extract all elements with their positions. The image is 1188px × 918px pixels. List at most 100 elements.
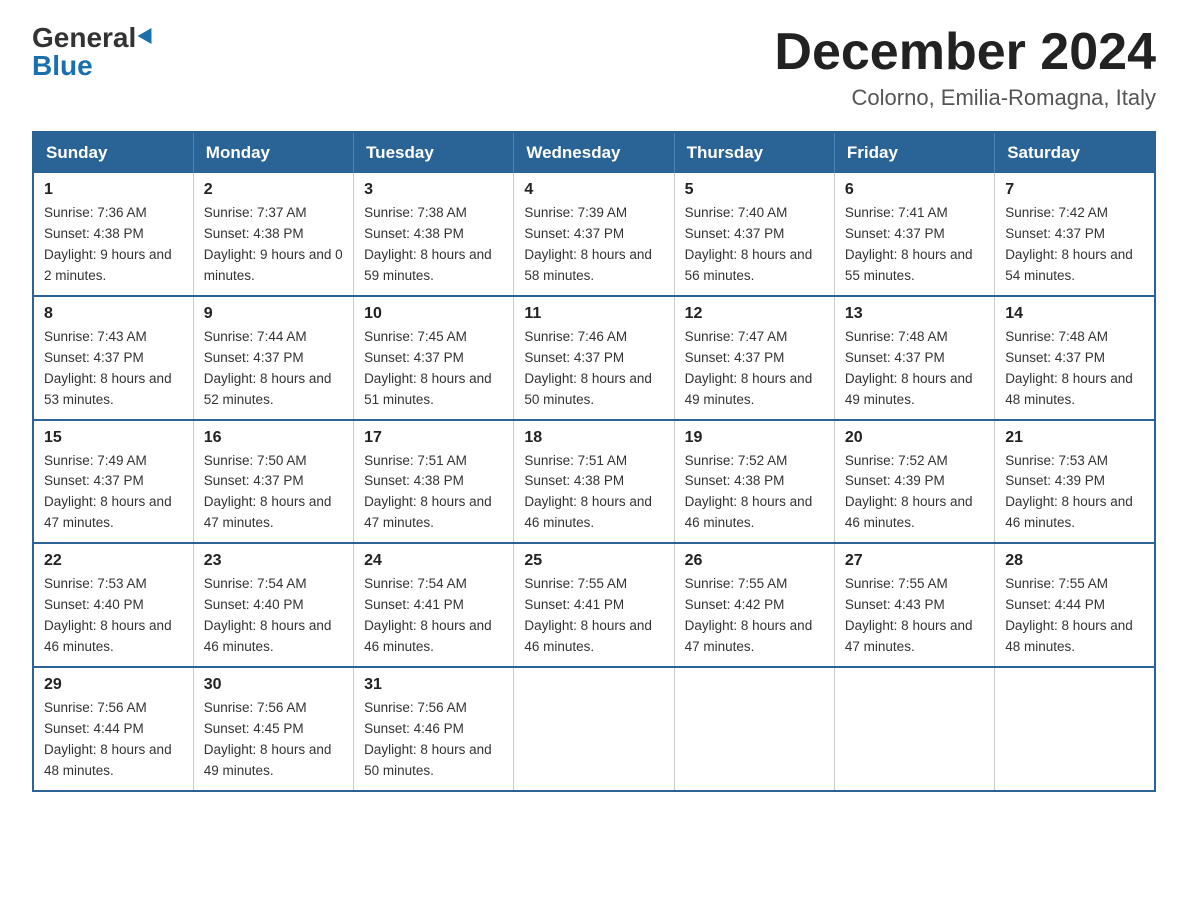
calendar-cell bbox=[674, 667, 834, 791]
day-number: 5 bbox=[685, 181, 824, 199]
header-monday: Monday bbox=[193, 132, 353, 173]
day-info: Sunrise: 7:44 AMSunset: 4:37 PMDaylight:… bbox=[204, 329, 332, 407]
day-number: 7 bbox=[1005, 181, 1144, 199]
day-number: 24 bbox=[364, 552, 503, 570]
calendar-cell: 21 Sunrise: 7:53 AMSunset: 4:39 PMDaylig… bbox=[995, 420, 1155, 544]
day-number: 20 bbox=[845, 429, 984, 447]
day-number: 12 bbox=[685, 305, 824, 323]
calendar-cell: 8 Sunrise: 7:43 AMSunset: 4:37 PMDayligh… bbox=[33, 296, 193, 420]
day-number: 11 bbox=[524, 305, 663, 323]
day-info: Sunrise: 7:51 AMSunset: 4:38 PMDaylight:… bbox=[524, 453, 652, 531]
calendar-cell: 10 Sunrise: 7:45 AMSunset: 4:37 PMDaylig… bbox=[354, 296, 514, 420]
calendar-table: SundayMondayTuesdayWednesdayThursdayFrid… bbox=[32, 131, 1156, 791]
calendar-cell: 1 Sunrise: 7:36 AMSunset: 4:38 PMDayligh… bbox=[33, 173, 193, 296]
calendar-cell: 7 Sunrise: 7:42 AMSunset: 4:37 PMDayligh… bbox=[995, 173, 1155, 296]
day-info: Sunrise: 7:48 AMSunset: 4:37 PMDaylight:… bbox=[845, 329, 973, 407]
day-info: Sunrise: 7:52 AMSunset: 4:39 PMDaylight:… bbox=[845, 453, 973, 531]
calendar-cell: 6 Sunrise: 7:41 AMSunset: 4:37 PMDayligh… bbox=[834, 173, 994, 296]
calendar-cell: 15 Sunrise: 7:49 AMSunset: 4:37 PMDaylig… bbox=[33, 420, 193, 544]
week-row-3: 15 Sunrise: 7:49 AMSunset: 4:37 PMDaylig… bbox=[33, 420, 1155, 544]
day-number: 8 bbox=[44, 305, 183, 323]
day-number: 18 bbox=[524, 429, 663, 447]
calendar-cell: 17 Sunrise: 7:51 AMSunset: 4:38 PMDaylig… bbox=[354, 420, 514, 544]
title-block: December 2024 Colorno, Emilia-Romagna, I… bbox=[774, 24, 1156, 111]
calendar-cell: 22 Sunrise: 7:53 AMSunset: 4:40 PMDaylig… bbox=[33, 543, 193, 667]
day-number: 30 bbox=[204, 676, 343, 694]
calendar-cell: 29 Sunrise: 7:56 AMSunset: 4:44 PMDaylig… bbox=[33, 667, 193, 791]
day-info: Sunrise: 7:51 AMSunset: 4:38 PMDaylight:… bbox=[364, 453, 492, 531]
week-row-4: 22 Sunrise: 7:53 AMSunset: 4:40 PMDaylig… bbox=[33, 543, 1155, 667]
day-info: Sunrise: 7:46 AMSunset: 4:37 PMDaylight:… bbox=[524, 329, 652, 407]
calendar-cell: 20 Sunrise: 7:52 AMSunset: 4:39 PMDaylig… bbox=[834, 420, 994, 544]
calendar-cell: 28 Sunrise: 7:55 AMSunset: 4:44 PMDaylig… bbox=[995, 543, 1155, 667]
calendar-cell: 31 Sunrise: 7:56 AMSunset: 4:46 PMDaylig… bbox=[354, 667, 514, 791]
day-info: Sunrise: 7:47 AMSunset: 4:37 PMDaylight:… bbox=[685, 329, 813, 407]
calendar-cell: 13 Sunrise: 7:48 AMSunset: 4:37 PMDaylig… bbox=[834, 296, 994, 420]
day-info: Sunrise: 7:56 AMSunset: 4:44 PMDaylight:… bbox=[44, 700, 172, 778]
day-info: Sunrise: 7:49 AMSunset: 4:37 PMDaylight:… bbox=[44, 453, 172, 531]
week-row-1: 1 Sunrise: 7:36 AMSunset: 4:38 PMDayligh… bbox=[33, 173, 1155, 296]
day-info: Sunrise: 7:45 AMSunset: 4:37 PMDaylight:… bbox=[364, 329, 492, 407]
day-info: Sunrise: 7:55 AMSunset: 4:42 PMDaylight:… bbox=[685, 576, 813, 654]
calendar-cell: 12 Sunrise: 7:47 AMSunset: 4:37 PMDaylig… bbox=[674, 296, 834, 420]
logo-triangle-icon bbox=[138, 28, 159, 48]
day-info: Sunrise: 7:40 AMSunset: 4:37 PMDaylight:… bbox=[685, 205, 813, 283]
day-info: Sunrise: 7:39 AMSunset: 4:37 PMDaylight:… bbox=[524, 205, 652, 283]
day-info: Sunrise: 7:54 AMSunset: 4:41 PMDaylight:… bbox=[364, 576, 492, 654]
page-header: General Blue December 2024 Colorno, Emil… bbox=[32, 24, 1156, 111]
calendar-cell: 27 Sunrise: 7:55 AMSunset: 4:43 PMDaylig… bbox=[834, 543, 994, 667]
calendar-cell: 11 Sunrise: 7:46 AMSunset: 4:37 PMDaylig… bbox=[514, 296, 674, 420]
calendar-cell: 2 Sunrise: 7:37 AMSunset: 4:38 PMDayligh… bbox=[193, 173, 353, 296]
day-info: Sunrise: 7:48 AMSunset: 4:37 PMDaylight:… bbox=[1005, 329, 1133, 407]
calendar-cell: 19 Sunrise: 7:52 AMSunset: 4:38 PMDaylig… bbox=[674, 420, 834, 544]
weekday-header-row: SundayMondayTuesdayWednesdayThursdayFrid… bbox=[33, 132, 1155, 173]
calendar-cell: 14 Sunrise: 7:48 AMSunset: 4:37 PMDaylig… bbox=[995, 296, 1155, 420]
day-info: Sunrise: 7:53 AMSunset: 4:40 PMDaylight:… bbox=[44, 576, 172, 654]
calendar-cell bbox=[514, 667, 674, 791]
day-info: Sunrise: 7:56 AMSunset: 4:46 PMDaylight:… bbox=[364, 700, 492, 778]
day-number: 29 bbox=[44, 676, 183, 694]
day-number: 1 bbox=[44, 181, 183, 199]
day-info: Sunrise: 7:37 AMSunset: 4:38 PMDaylight:… bbox=[204, 205, 343, 283]
header-thursday: Thursday bbox=[674, 132, 834, 173]
day-info: Sunrise: 7:55 AMSunset: 4:41 PMDaylight:… bbox=[524, 576, 652, 654]
day-info: Sunrise: 7:41 AMSunset: 4:37 PMDaylight:… bbox=[845, 205, 973, 283]
header-friday: Friday bbox=[834, 132, 994, 173]
calendar-cell: 9 Sunrise: 7:44 AMSunset: 4:37 PMDayligh… bbox=[193, 296, 353, 420]
day-number: 15 bbox=[44, 429, 183, 447]
calendar-cell bbox=[834, 667, 994, 791]
week-row-5: 29 Sunrise: 7:56 AMSunset: 4:44 PMDaylig… bbox=[33, 667, 1155, 791]
calendar-cell: 18 Sunrise: 7:51 AMSunset: 4:38 PMDaylig… bbox=[514, 420, 674, 544]
day-number: 17 bbox=[364, 429, 503, 447]
header-wednesday: Wednesday bbox=[514, 132, 674, 173]
day-info: Sunrise: 7:42 AMSunset: 4:37 PMDaylight:… bbox=[1005, 205, 1133, 283]
day-number: 2 bbox=[204, 181, 343, 199]
day-number: 27 bbox=[845, 552, 984, 570]
day-info: Sunrise: 7:55 AMSunset: 4:43 PMDaylight:… bbox=[845, 576, 973, 654]
header-sunday: Sunday bbox=[33, 132, 193, 173]
day-number: 6 bbox=[845, 181, 984, 199]
day-number: 23 bbox=[204, 552, 343, 570]
day-info: Sunrise: 7:43 AMSunset: 4:37 PMDaylight:… bbox=[44, 329, 172, 407]
calendar-cell: 25 Sunrise: 7:55 AMSunset: 4:41 PMDaylig… bbox=[514, 543, 674, 667]
day-number: 25 bbox=[524, 552, 663, 570]
day-number: 3 bbox=[364, 181, 503, 199]
header-tuesday: Tuesday bbox=[354, 132, 514, 173]
week-row-2: 8 Sunrise: 7:43 AMSunset: 4:37 PMDayligh… bbox=[33, 296, 1155, 420]
day-info: Sunrise: 7:56 AMSunset: 4:45 PMDaylight:… bbox=[204, 700, 332, 778]
day-info: Sunrise: 7:53 AMSunset: 4:39 PMDaylight:… bbox=[1005, 453, 1133, 531]
day-number: 9 bbox=[204, 305, 343, 323]
calendar-cell: 5 Sunrise: 7:40 AMSunset: 4:37 PMDayligh… bbox=[674, 173, 834, 296]
day-info: Sunrise: 7:54 AMSunset: 4:40 PMDaylight:… bbox=[204, 576, 332, 654]
day-info: Sunrise: 7:55 AMSunset: 4:44 PMDaylight:… bbox=[1005, 576, 1133, 654]
calendar-cell: 4 Sunrise: 7:39 AMSunset: 4:37 PMDayligh… bbox=[514, 173, 674, 296]
day-number: 14 bbox=[1005, 305, 1144, 323]
day-number: 10 bbox=[364, 305, 503, 323]
day-number: 4 bbox=[524, 181, 663, 199]
calendar-cell: 26 Sunrise: 7:55 AMSunset: 4:42 PMDaylig… bbox=[674, 543, 834, 667]
day-number: 22 bbox=[44, 552, 183, 570]
calendar-cell: 30 Sunrise: 7:56 AMSunset: 4:45 PMDaylig… bbox=[193, 667, 353, 791]
calendar-cell bbox=[995, 667, 1155, 791]
day-info: Sunrise: 7:52 AMSunset: 4:38 PMDaylight:… bbox=[685, 453, 813, 531]
day-number: 21 bbox=[1005, 429, 1144, 447]
